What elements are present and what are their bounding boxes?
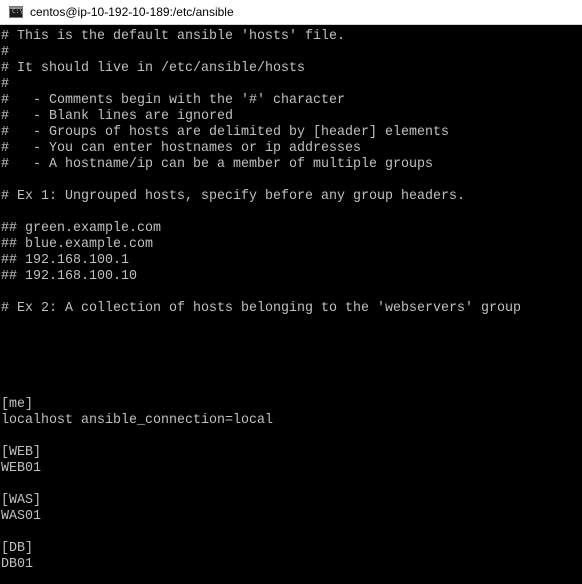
terminal-line: # — [1, 44, 10, 60]
terminal-line: [me] — [1, 396, 34, 412]
terminal-line: # - A hostname/ip can be a member of mul… — [1, 156, 434, 172]
terminal-line: [WAS] — [1, 492, 42, 508]
window-title: centos@ip-10-192-10-189:/etc/ansible — [30, 5, 234, 19]
terminal-line: ## 192.168.100.1 — [1, 252, 129, 268]
console-icon: C:\ — [9, 6, 23, 18]
terminal-window: C:\ centos@ip-10-192-10-189:/etc/ansible… — [0, 0, 582, 584]
terminal-line: WAS01 — [1, 508, 42, 524]
terminal-line: # - Groups of hosts are delimited by [he… — [1, 124, 449, 140]
terminal-line: DB01 — [1, 556, 34, 572]
terminal-line: ## 192.168.100.10 — [1, 268, 138, 284]
terminal-line: # This is the default ansible 'hosts' fi… — [1, 28, 345, 44]
terminal-line: # - You can enter hostnames or ip addres… — [1, 140, 361, 156]
title-bar[interactable]: C:\ centos@ip-10-192-10-189:/etc/ansible — [0, 0, 582, 25]
terminal-line: # - Blank lines are ignored — [1, 108, 233, 124]
terminal-line: # It should live in /etc/ansible/hosts — [1, 60, 306, 76]
terminal-line: # Ex 2: A collection of hosts belonging … — [1, 300, 521, 316]
terminal-line: ## green.example.com — [1, 220, 161, 236]
terminal-line: [DB] — [1, 540, 34, 556]
terminal-line: # Ex 1: Ungrouped hosts, specify before … — [1, 188, 465, 204]
terminal-line: [WEB] — [1, 444, 42, 460]
terminal-line: WEB01 — [1, 460, 42, 476]
terminal-line: ## blue.example.com — [1, 236, 154, 252]
terminal-content[interactable]: # This is the default ansible 'hosts' fi… — [0, 27, 582, 584]
terminal-line: localhost ansible_connection=local — [1, 412, 274, 428]
terminal-line: # — [1, 76, 10, 92]
terminal-line: # - Comments begin with the '#' characte… — [1, 92, 345, 108]
